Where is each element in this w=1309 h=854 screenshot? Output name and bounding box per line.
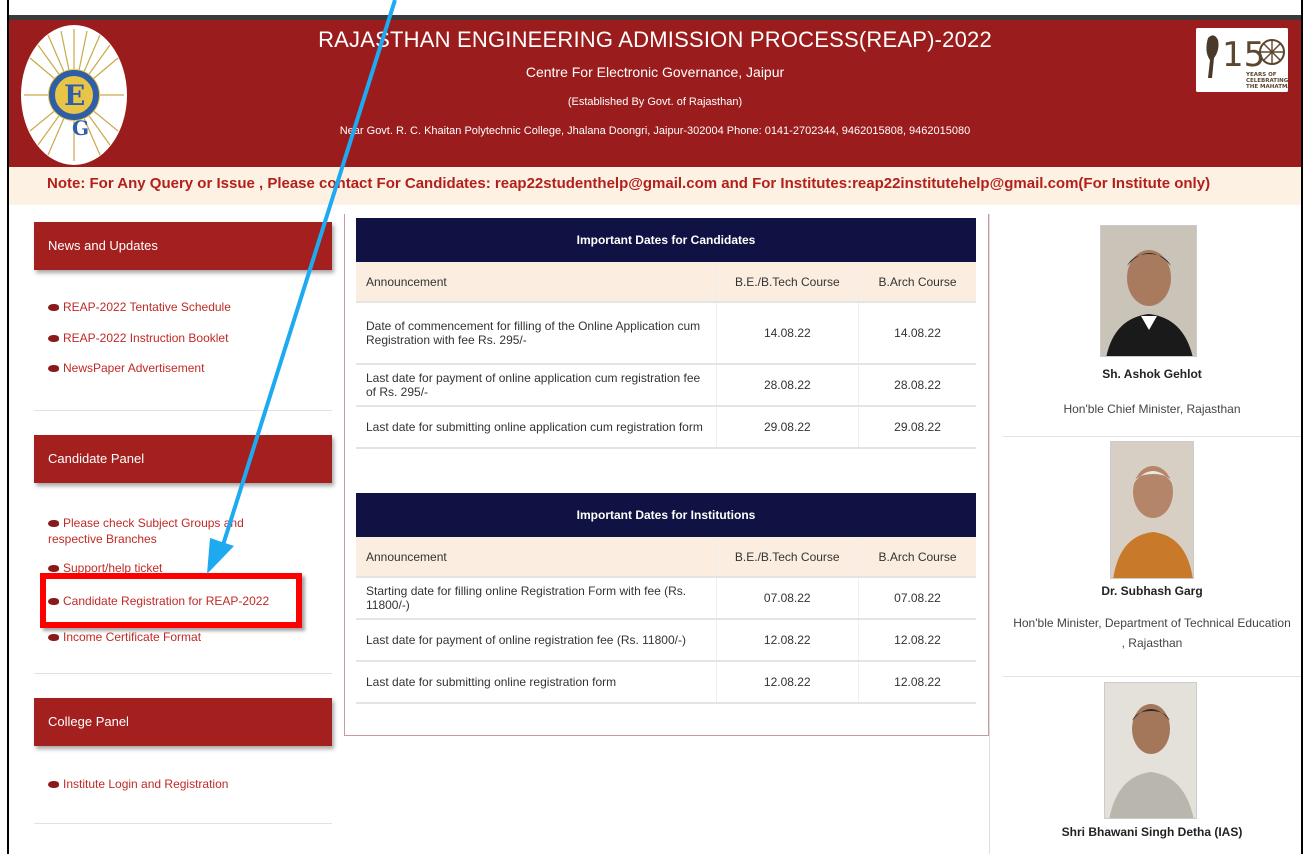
column-divider (989, 214, 990, 854)
org-name: Centre For Electronic Governance, Jaipur (525, 64, 785, 80)
bullet-icon (48, 335, 59, 343)
bullet-icon (48, 781, 59, 789)
portrait-ashok-gehlot (1100, 225, 1197, 357)
gandhi-150-logo-icon: 15 YEARS OF CELEBRATING THE MAHATMA (1196, 28, 1288, 92)
address-text: Near Govt. R. C. Khaitan Polytechnic Col… (339, 125, 971, 137)
svg-text:THE MAHATMA: THE MAHATMA (1246, 84, 1288, 90)
column-header: Announcement (356, 262, 717, 303)
portrait-bhawani-singh-detha (1104, 682, 1197, 819)
table-cell: 12.08.22 (715, 661, 859, 704)
divider (34, 410, 332, 411)
news-link-tentative-schedule[interactable]: REAP-2022 Tentative Schedule (48, 300, 231, 314)
portrait-subhash-garg (1110, 441, 1194, 579)
candidate-link-income-certificate[interactable]: Income Certificate Format (48, 630, 201, 644)
table-cell: Last date for submitting online registra… (356, 661, 717, 704)
column-header: Announcement (356, 537, 717, 578)
notice-bar: Note: For Any Query or Issue , Please co… (9, 167, 1301, 205)
table-row: Last date for submitting online applicat… (356, 406, 976, 449)
column-header: B.E./B.Tech Course (715, 262, 859, 303)
table-cell: Last date for payment of online registra… (356, 619, 717, 662)
news-link-newspaper-ad[interactable]: NewsPaper Advertisement (48, 361, 204, 375)
table-row: Date of commencement for filling of the … (356, 302, 976, 365)
table-cell: 29.08.22 (858, 406, 976, 449)
person-name: Shri Bhawani Singh Detha (IAS) (1061, 825, 1243, 839)
table-title: Important Dates for Institutions (356, 493, 976, 537)
bullet-icon (48, 634, 59, 642)
site-header: E G RAJASTHAN ENGINEERING ADMISSION PROC… (9, 15, 1301, 167)
column-header: B.E./B.Tech Course (715, 537, 859, 578)
table-cell: 29.08.22 (715, 406, 859, 449)
bullet-icon (48, 520, 59, 528)
table-cell: Date of commencement for filling of the … (356, 302, 717, 365)
person-photo-icon (1111, 442, 1193, 578)
column-header: B.Arch Course (858, 262, 976, 303)
person-role: Hon'ble Chief Minister, Rajasthan (1063, 402, 1241, 416)
candidate-panel-header: Candidate Panel (34, 435, 332, 483)
candidates-dates-table: Important Dates for Candidates Announcem… (356, 218, 976, 449)
table-cell: Starting date for filling online Registr… (356, 577, 717, 620)
table-row: Last date for payment of online registra… (356, 619, 976, 662)
table-cell: 14.08.22 (858, 302, 976, 365)
svg-text:15: 15 (1222, 35, 1265, 75)
table-cell: Last date for payment of online applicat… (356, 364, 717, 407)
table-cell: 12.08.22 (858, 619, 976, 662)
person-name: Dr. Subhash Garg (1101, 584, 1203, 598)
divider (1003, 676, 1301, 677)
candidate-link-subject-groups[interactable]: Please check Subject Groups and respecti… (48, 515, 298, 547)
table-cell: 12.08.22 (715, 619, 859, 662)
table-row: Starting date for filling online Registr… (356, 577, 976, 620)
established-text: (Established By Govt. of Rajasthan) (567, 96, 743, 108)
table-cell: Last date for submitting online applicat… (356, 406, 717, 449)
table-cell: 12.08.22 (858, 661, 976, 704)
college-panel-header: College Panel (34, 698, 332, 746)
divider (1003, 436, 1301, 437)
table-title: Important Dates for Candidates (356, 218, 976, 262)
notice-text: Note: For Any Query or Issue , Please co… (47, 175, 1211, 192)
news-link-instruction-booklet[interactable]: REAP-2022 Instruction Booklet (48, 331, 228, 345)
highlight-box (40, 573, 302, 628)
table-cell: 07.08.22 (715, 577, 859, 620)
news-panel-header: News and Updates (34, 222, 332, 270)
bullet-icon (48, 365, 59, 373)
person-photo-icon (1101, 226, 1196, 356)
table-cell: 28.08.22 (715, 364, 859, 407)
college-link-institute-login[interactable]: Institute Login and Registration (48, 777, 228, 791)
page-title: RAJASTHAN ENGINEERING ADMISSION PROCESS(… (318, 27, 992, 52)
institutions-dates-table: Important Dates for Institutions Announc… (356, 493, 976, 704)
person-photo-icon (1105, 683, 1196, 818)
column-header: B.Arch Course (858, 537, 976, 578)
bullet-icon (48, 565, 59, 573)
table-cell: 28.08.22 (858, 364, 976, 407)
person-role: Hon'ble Minister, Department of Technica… (1013, 616, 1291, 650)
table-row: Last date for payment of online applicat… (356, 364, 976, 407)
divider (34, 823, 332, 824)
table-cell: 14.08.22 (715, 302, 859, 365)
bullet-icon (48, 304, 59, 312)
table-cell: 07.08.22 (858, 577, 976, 620)
divider (34, 673, 332, 674)
person-name: Sh. Ashok Gehlot (1102, 367, 1202, 381)
table-row: Last date for submitting online registra… (356, 661, 976, 704)
